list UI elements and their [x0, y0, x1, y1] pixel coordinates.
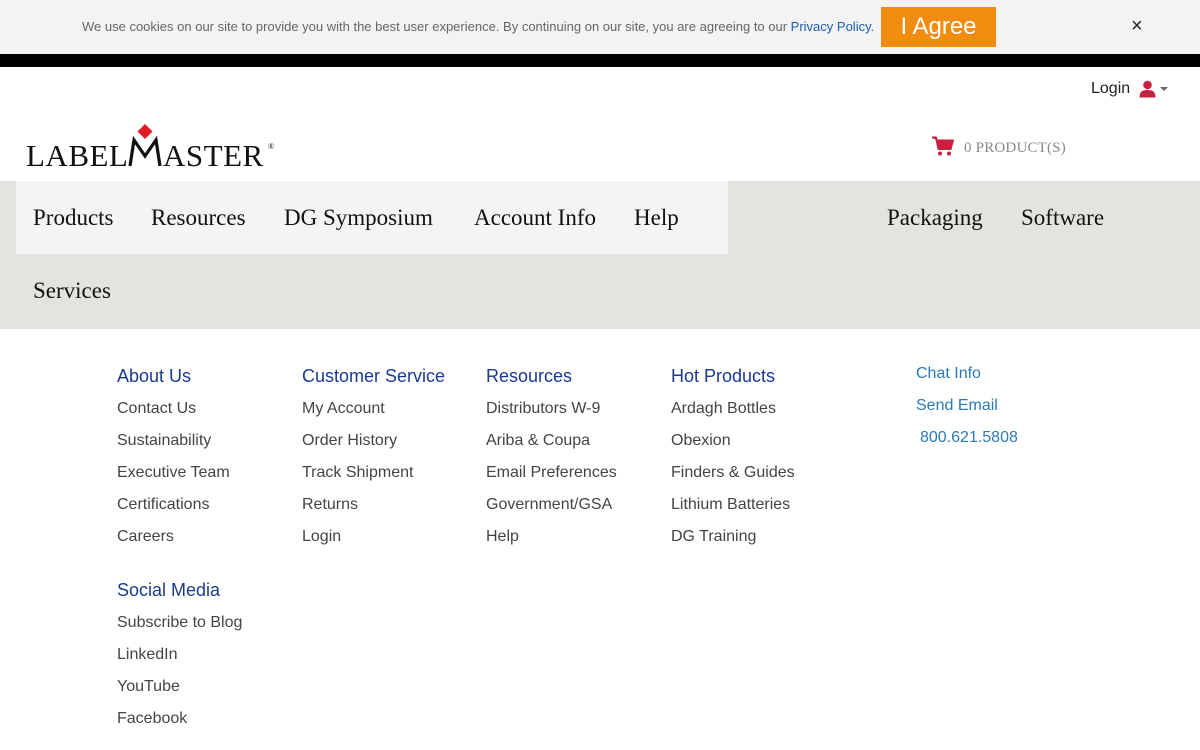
agree-button[interactable]: I Agree [881, 7, 996, 47]
login-menu[interactable]: Login [1091, 80, 1169, 98]
cookie-message-text: We use cookies on our site to provide yo… [82, 19, 791, 34]
footer-link-certifications[interactable]: Certifications [117, 496, 209, 514]
footer-link-sustainability[interactable]: Sustainability [117, 432, 211, 450]
footer-link-subscribe-blog[interactable]: Subscribe to Blog [117, 614, 242, 632]
chat-info-link[interactable]: Chat Info [916, 365, 981, 383]
footer-link-linkedin[interactable]: LinkedIn [117, 646, 178, 664]
nav-item-software[interactable]: Software [1021, 205, 1104, 231]
footer-link-track-shipment[interactable]: Track Shipment [302, 464, 413, 482]
cookie-banner: We use cookies on our site to provide yo… [0, 0, 1200, 54]
cart-button[interactable]: 0 PRODUCT(S) [932, 136, 1066, 161]
social-media-heading[interactable]: Social Media [117, 580, 220, 601]
footer-link-distributors-w9[interactable]: Distributors W-9 [486, 400, 600, 418]
user-icon [1139, 80, 1156, 98]
footer-link-order-history[interactable]: Order History [302, 432, 397, 450]
about-us-heading[interactable]: About Us [117, 366, 191, 387]
footer-link-my-account[interactable]: My Account [302, 400, 385, 418]
footer-link-lithium-batteries[interactable]: Lithium Batteries [671, 496, 790, 514]
labelmaster-logo[interactable]: LABEL ASTER ® [26, 123, 276, 173]
phone-number-link[interactable]: 800.621.5808 [920, 429, 1018, 447]
logo-text-right: ASTER [163, 138, 264, 169]
footer-link-dg-training[interactable]: DG Training [671, 528, 756, 546]
footer-link-ariba-coupa[interactable]: Ariba & Coupa [486, 432, 590, 450]
footer-link-help[interactable]: Help [486, 528, 519, 546]
footer-link-obexion[interactable]: Obexion [671, 432, 731, 450]
footer-link-email-preferences[interactable]: Email Preferences [486, 464, 617, 482]
send-email-link[interactable]: Send Email [916, 397, 998, 415]
close-icon[interactable]: × [1131, 16, 1143, 36]
footer-link-contact-us[interactable]: Contact Us [117, 400, 196, 418]
nav-item-help[interactable]: Help [634, 205, 679, 231]
footer-link-returns[interactable]: Returns [302, 496, 358, 514]
cookie-message: We use cookies on our site to provide yo… [82, 19, 874, 34]
resources-heading[interactable]: Resources [486, 366, 572, 387]
nav-item-account-info[interactable]: Account Info [474, 205, 596, 231]
footer-link-careers[interactable]: Careers [117, 528, 174, 546]
customer-service-heading[interactable]: Customer Service [302, 366, 445, 387]
nav-item-resources[interactable]: Resources [151, 205, 246, 231]
nav-item-dg-symposium[interactable]: DG Symposium [284, 205, 433, 231]
privacy-policy-link[interactable]: Privacy Policy [791, 19, 871, 34]
nav-item-products[interactable]: Products [33, 205, 114, 231]
footer-link-executive-team[interactable]: Executive Team [117, 464, 230, 482]
footer-link-government-gsa[interactable]: Government/GSA [486, 496, 612, 514]
cart-count-label: 0 PRODUCT(S) [964, 140, 1066, 156]
footer-link-youtube[interactable]: YouTube [117, 678, 180, 696]
shopping-cart-icon [932, 136, 954, 161]
login-label: Login [1091, 80, 1131, 97]
nav-item-packaging[interactable]: Packaging [887, 205, 983, 231]
chevron-down-icon [1160, 87, 1169, 91]
footer-link-login[interactable]: Login [302, 528, 341, 546]
top-divider-bar [0, 54, 1200, 67]
nav-item-services[interactable]: Services [33, 278, 111, 304]
cookie-message-period: . [870, 19, 875, 34]
footer-link-finders-guides[interactable]: Finders & Guides [671, 464, 795, 482]
logo-text-left: LABEL [26, 138, 128, 169]
logo-registered-mark: ® [268, 142, 274, 151]
hot-products-heading[interactable]: Hot Products [671, 366, 775, 387]
footer-link-facebook[interactable]: Facebook [117, 710, 187, 728]
footer-link-ardagh-bottles[interactable]: Ardagh Bottles [671, 400, 776, 418]
